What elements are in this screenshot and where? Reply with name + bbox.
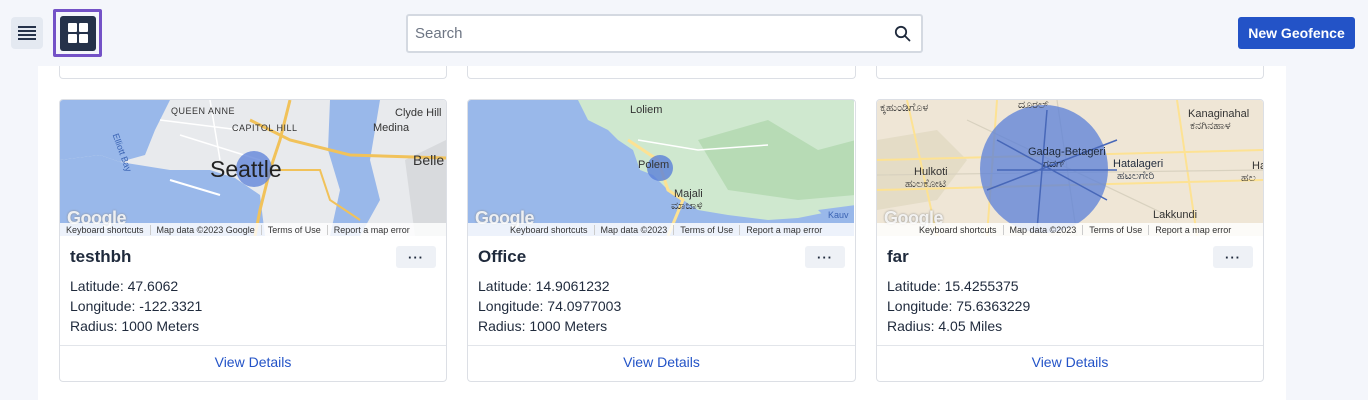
geofence-name: Office — [478, 247, 527, 266]
map-label: Gadag-Betageri — [1028, 146, 1106, 158]
longitude-text: Longitude: 75.6363229 — [887, 298, 1031, 314]
radius-text: Radius: 1000 Meters — [478, 318, 608, 334]
map-attribution: Keyboard shortcuts Map data ©2023 Terms … — [468, 223, 854, 236]
keyboard-shortcuts-link[interactable]: Keyboard shortcuts — [504, 224, 595, 235]
geofence-card: ಕ್ಕಹುಂಡಿಗೊಳ ದೂರಲ್ Kanaginahal ಕನಗಿನಹಾಳ G… — [876, 99, 1264, 382]
report-map-error-link[interactable]: Report a map error — [328, 225, 416, 235]
geofence-card: Seattle QUEEN ANNE CAPITOL HILL Clyde Hi… — [59, 99, 447, 382]
geofence-name: testhbh — [70, 247, 132, 266]
map-label: Majali — [674, 188, 703, 200]
top-toolbar: New Geofence — [0, 0, 1368, 66]
report-map-error-link[interactable]: Report a map error — [1149, 225, 1237, 235]
card-divider — [60, 345, 446, 346]
map-label: Hatalageri — [1113, 158, 1164, 170]
grid-view-button-inner[interactable] — [59, 15, 96, 51]
view-details-link[interactable]: View Details — [877, 354, 1263, 370]
previous-row-card — [876, 66, 1264, 79]
latitude-text: Latitude: 14.9061232 — [478, 278, 610, 294]
previous-row-card — [467, 66, 856, 79]
list-view-button[interactable] — [11, 17, 43, 49]
map-label: Loliem — [630, 104, 663, 116]
longitude-text: Longitude: 74.0977003 — [478, 298, 622, 314]
map-label: Clyde Hill — [395, 107, 442, 119]
longitude-text: Longitude: -122.3321 — [70, 298, 203, 314]
map-label: Belle — [413, 152, 445, 168]
map-label: QUEEN ANNE — [171, 106, 236, 116]
map-label: Polem — [638, 159, 670, 171]
terms-of-use-link[interactable]: Terms of Use — [262, 224, 328, 235]
geofence-map[interactable]: Seattle QUEEN ANNE CAPITOL HILL Clyde Hi… — [60, 100, 446, 236]
geofence-map[interactable]: Loliem Polem Majali ಮಾಜಾಳಿ Kauv Google K… — [468, 100, 854, 236]
report-map-error-link[interactable]: Report a map error — [740, 225, 828, 235]
geofence-name: far — [887, 247, 909, 266]
previous-row-card — [59, 66, 447, 79]
map-data-text: Map data ©2023 — [1004, 224, 1084, 235]
map-label: ಕ್ಕಹುಂಡಿಗೊಳ — [880, 102, 929, 114]
view-details-link[interactable]: View Details — [60, 354, 446, 370]
keyboard-shortcuts-link[interactable]: Keyboard shortcuts — [60, 224, 151, 235]
map-attribution: Keyboard shortcuts Map data ©2023 Terms … — [877, 223, 1263, 236]
geofence-map[interactable]: ಕ್ಕಹುಂಡಿಗೊಳ ದೂರಲ್ Kanaginahal ಕನಗಿನಹಾಳ G… — [877, 100, 1263, 236]
terms-of-use-link[interactable]: Terms of Use — [674, 224, 741, 235]
map-label: ಹಟಲಗೇರಿ — [1117, 170, 1155, 182]
map-label: ಹುಲಕೋಟಿ — [905, 178, 947, 190]
map-label: Lakkundi — [1153, 209, 1198, 221]
keyboard-shortcuts-link[interactable]: Keyboard shortcuts — [913, 224, 1004, 235]
map-label: ಗದಗ್ — [1043, 158, 1066, 170]
search-icon[interactable] — [894, 25, 911, 42]
card-divider — [468, 345, 855, 346]
map-label: CAPITOL HILL — [232, 123, 298, 133]
new-geofence-button[interactable]: New Geofence — [1238, 17, 1355, 49]
map-label: Ha — [1252, 160, 1263, 172]
map-label: Seattle — [210, 156, 282, 182]
map-label: ಕನಗಿನಹಾಳ — [1190, 120, 1231, 132]
radius-text: Radius: 1000 Meters — [70, 318, 200, 334]
view-details-link[interactable]: View Details — [468, 354, 855, 370]
card-divider — [877, 345, 1263, 346]
terms-of-use-link[interactable]: Terms of Use — [1083, 224, 1150, 235]
map-label: Medina — [373, 122, 410, 134]
grid-view-button[interactable] — [53, 9, 102, 57]
radius-text: Radius: 4.05 Miles — [887, 318, 1003, 334]
map-label: Hulkoti — [914, 166, 948, 178]
more-options-button[interactable]: ··· — [396, 246, 436, 268]
map-label: Kanaginahal — [1188, 108, 1250, 120]
list-icon — [18, 26, 36, 40]
search-input[interactable] — [415, 16, 885, 51]
map-label: Kauv — [828, 210, 849, 220]
map-label: ಮಾಜಾಳಿ — [671, 200, 703, 212]
map-data-text: Map data ©2023 Google — [151, 224, 262, 235]
more-options-button[interactable]: ··· — [1213, 246, 1253, 268]
latitude-text: Latitude: 15.4255375 — [887, 278, 1019, 294]
map-label: ದೂರಲ್ — [1018, 100, 1049, 111]
map-attribution: Keyboard shortcuts Map data ©2023 Google… — [60, 223, 446, 236]
search-box — [406, 14, 923, 53]
geofence-card: Loliem Polem Majali ಮಾಜಾಳಿ Kauv Google K… — [467, 99, 856, 382]
map-label: ಹಲ — [1241, 172, 1256, 184]
grid-icon — [67, 23, 88, 43]
latitude-text: Latitude: 47.6062 — [70, 278, 179, 294]
more-options-button[interactable]: ··· — [805, 246, 845, 268]
map-data-text: Map data ©2023 — [595, 224, 675, 235]
